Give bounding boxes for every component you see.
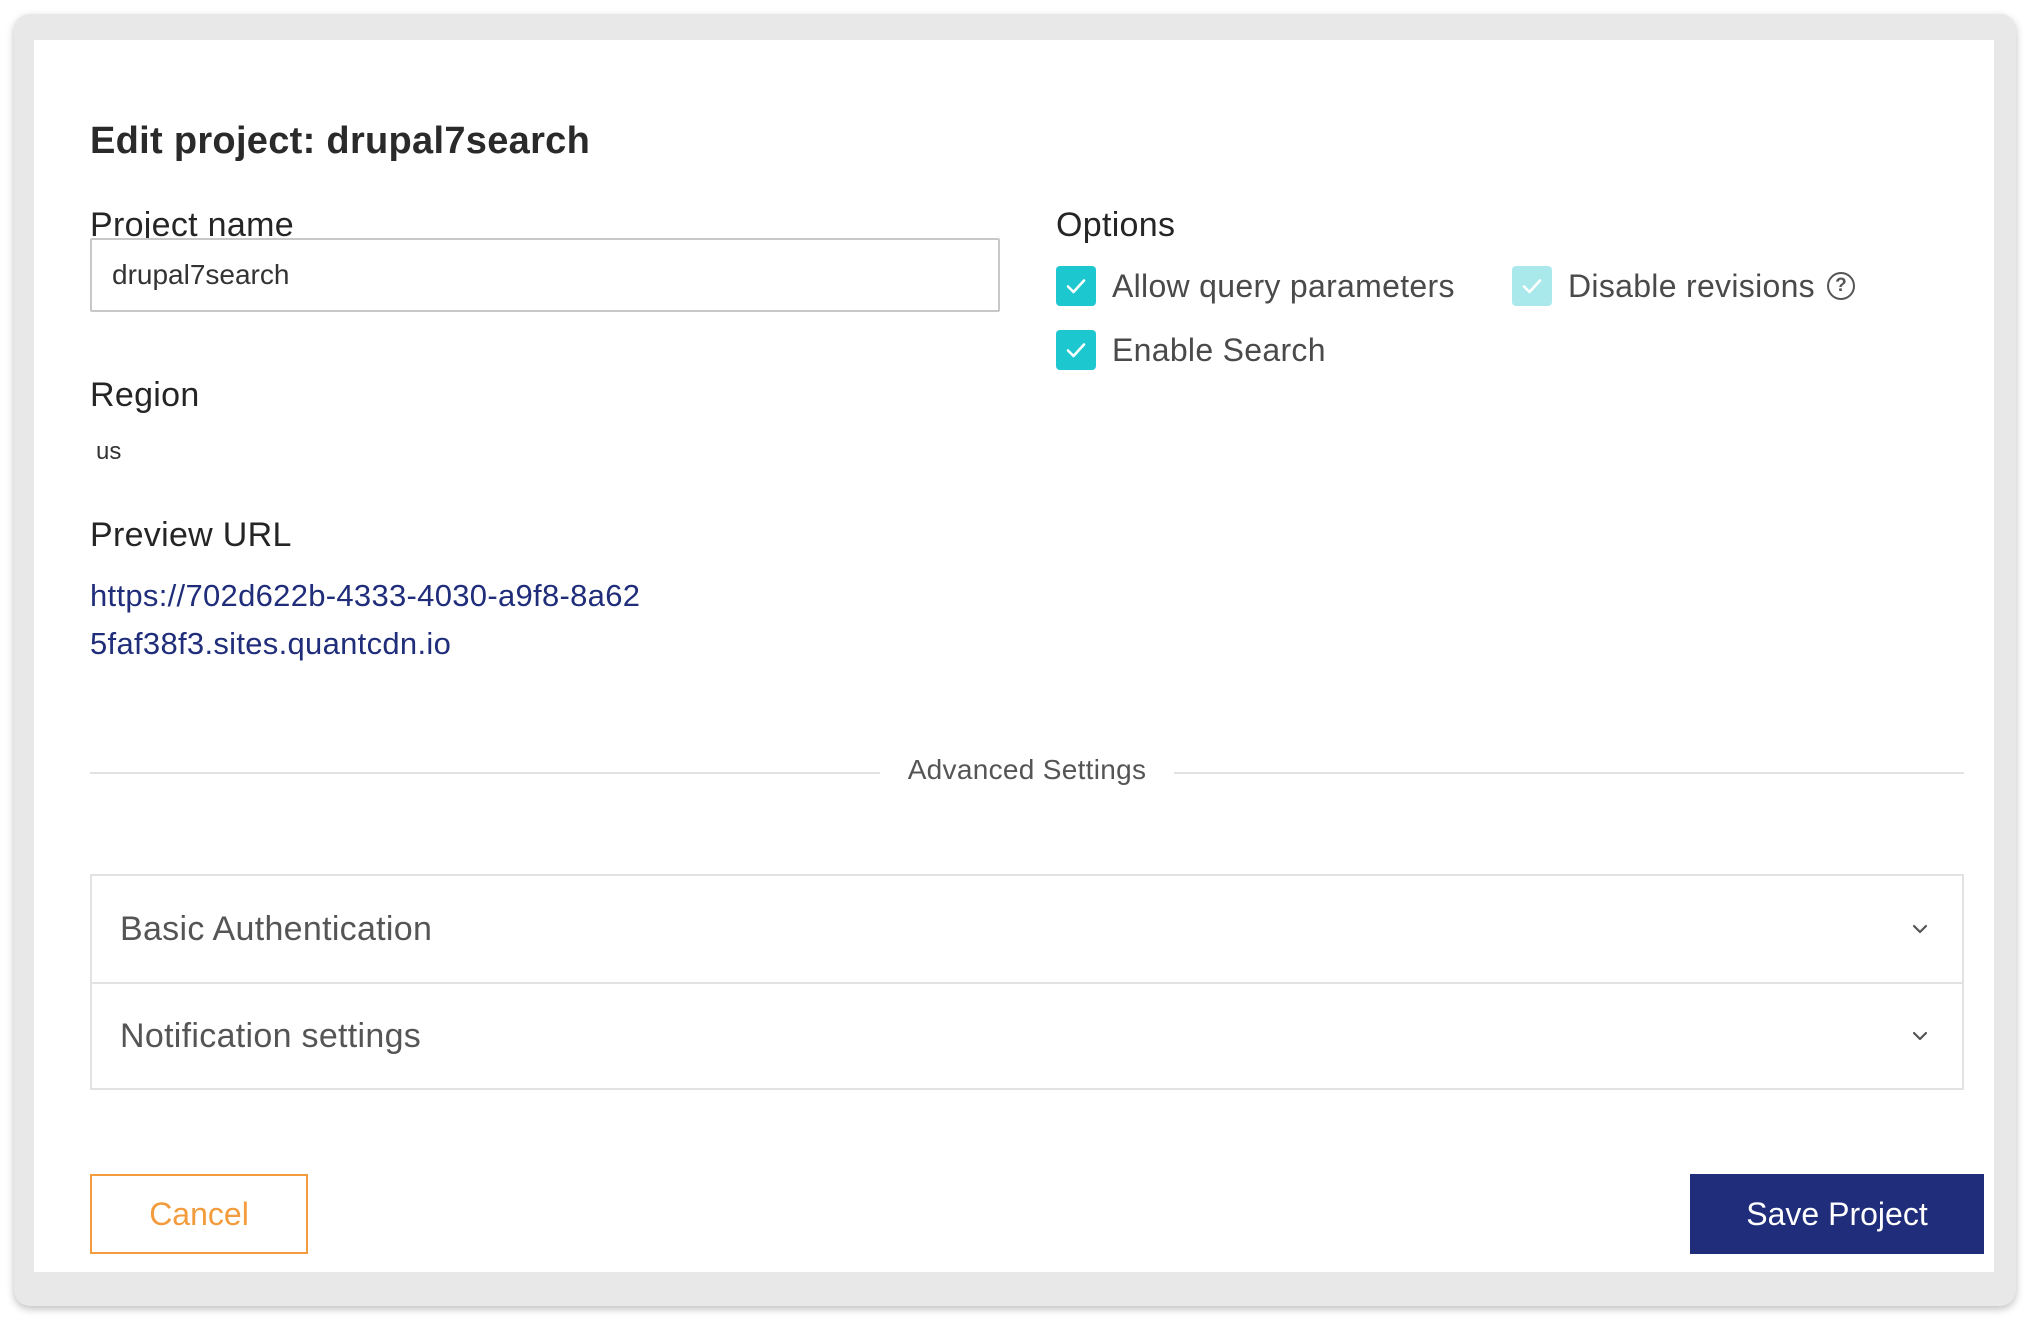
project-name-input[interactable] bbox=[90, 238, 1000, 312]
enable-search-checkbox[interactable] bbox=[1056, 330, 1096, 370]
preview-url-link[interactable]: https://702d622b-4333-4030-a9f8-8a625faf… bbox=[90, 572, 650, 668]
divider-line-right bbox=[1174, 772, 1964, 774]
check-icon bbox=[1066, 279, 1086, 294]
enable-search-option[interactable]: Enable Search bbox=[1056, 330, 1326, 370]
allow-query-parameters-checkbox[interactable] bbox=[1056, 266, 1096, 306]
check-icon bbox=[1522, 279, 1542, 294]
basic-authentication-section[interactable]: Basic Authentication bbox=[92, 876, 1962, 982]
region-label: Region bbox=[90, 376, 200, 414]
question-circle-icon[interactable]: ? bbox=[1826, 272, 1855, 300]
basic-authentication-label: Basic Authentication bbox=[120, 909, 433, 948]
advanced-settings-accordion: Basic Authentication Notification settin… bbox=[90, 874, 1964, 1090]
notification-settings-label: Notification settings bbox=[120, 1016, 422, 1055]
allow-query-parameters-option[interactable]: Allow query parameters bbox=[1056, 266, 1455, 306]
preview-url-label: Preview URL bbox=[90, 516, 292, 554]
advanced-settings-divider: Advanced Settings bbox=[90, 752, 1964, 792]
chevron-down-icon[interactable] bbox=[1908, 917, 1932, 941]
disable-revisions-option[interactable]: Disable revisions ? bbox=[1512, 266, 1855, 306]
save-project-button[interactable]: Save Project bbox=[1690, 1174, 1984, 1254]
notification-settings-section[interactable]: Notification settings bbox=[92, 982, 1962, 1088]
edit-project-dialog: Edit project: drupal7search Project name… bbox=[34, 40, 1994, 1272]
enable-search-label: Enable Search bbox=[1112, 331, 1326, 368]
dialog-title: Edit project: drupal7search bbox=[90, 120, 591, 162]
advanced-settings-label: Advanced Settings bbox=[907, 754, 1147, 785]
check-icon bbox=[1066, 343, 1086, 358]
chevron-down-icon[interactable] bbox=[1908, 1024, 1932, 1048]
region-value: us bbox=[96, 438, 122, 465]
window-frame: Edit project: drupal7search Project name… bbox=[14, 14, 2016, 1306]
disable-revisions-label: Disable revisions bbox=[1568, 267, 1815, 304]
allow-query-parameters-label: Allow query parameters bbox=[1112, 267, 1455, 304]
options-label: Options bbox=[1056, 206, 1176, 244]
cancel-button[interactable]: Cancel bbox=[90, 1174, 308, 1254]
disable-revisions-checkbox[interactable] bbox=[1512, 266, 1552, 306]
